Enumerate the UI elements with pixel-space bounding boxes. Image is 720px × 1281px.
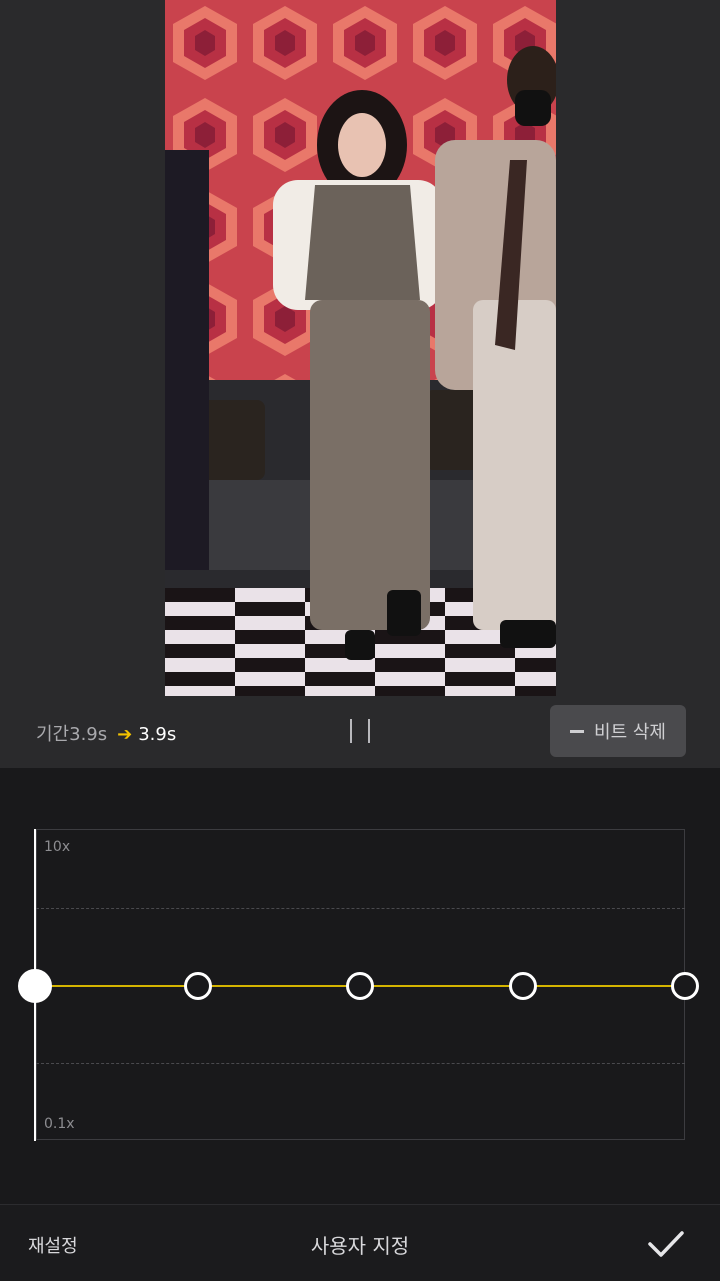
grid-line-upper [36,908,685,909]
max-speed-label: 10x [44,839,71,855]
speed-point-3[interactable] [346,972,374,1000]
min-speed-label: 0.1x [44,1116,75,1132]
new-duration: 3.9s [138,724,177,745]
duration-label: 기간3.9s [36,724,108,745]
preview-area [0,0,720,700]
pause-icon[interactable] [350,719,372,743]
speed-point-1[interactable] [18,969,52,1003]
video-preview[interactable] [165,0,556,696]
arrow-icon: ➔ [117,724,133,745]
speed-point-2[interactable] [184,972,212,1000]
video-frame-image [165,0,556,696]
check-icon[interactable] [646,1228,686,1260]
speed-point-5[interactable] [671,972,699,1000]
minus-icon [570,729,585,733]
delete-beat-label: 비트 삭제 [594,722,666,743]
duration-readout: 기간3.9s ➔ 3.9s [36,720,176,746]
speed-point-4[interactable] [509,972,537,1000]
panel-title: 사용자 지정 [310,1234,410,1258]
delete-beat-button[interactable]: 비트 삭제 [550,705,686,757]
grid-line-lower [36,1063,685,1064]
